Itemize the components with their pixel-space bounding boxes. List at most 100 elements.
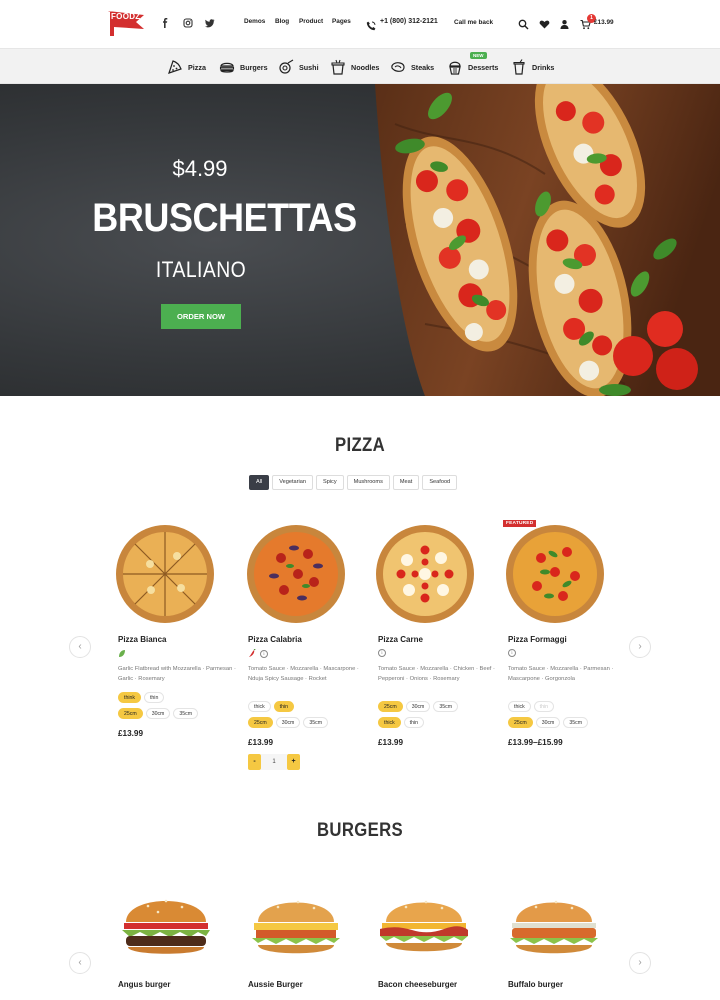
pizza-calabria-image[interactable] xyxy=(246,524,346,624)
pizza-section-title: PIZZA xyxy=(334,435,386,456)
option-chip[interactable]: thick xyxy=(378,717,401,728)
option-chip[interactable]: 25cm xyxy=(248,717,273,728)
filter-spicy[interactable]: Spicy xyxy=(315,475,344,490)
top-header: FOODZ Demos Blog Product Pages +1 (800) … xyxy=(0,0,720,48)
category-desserts[interactable]: Desserts xyxy=(447,58,498,76)
info-icon[interactable]: i xyxy=(378,649,386,657)
quantity-minus-button[interactable]: - xyxy=(248,754,261,770)
quantity-stepper: - 1 + xyxy=(248,754,300,770)
search-icon[interactable] xyxy=(518,17,529,30)
pizza-carne-image[interactable] xyxy=(375,524,475,624)
facebook-icon[interactable] xyxy=(159,18,171,30)
product-name[interactable]: Pizza Bianca xyxy=(118,635,166,644)
crust-options: think thin xyxy=(118,692,165,703)
option-chip[interactable]: 25cm xyxy=(508,717,533,728)
brand-logo[interactable]: FOODZ xyxy=(106,9,146,37)
quantity-plus-button[interactable]: + xyxy=(287,754,300,770)
option-chip[interactable]: think xyxy=(118,692,141,703)
info-icon[interactable]: i xyxy=(508,649,516,657)
twitter-icon[interactable] xyxy=(204,18,216,30)
option-chip[interactable]: 30cm xyxy=(275,717,301,728)
size-options: 25cm 30cm 35cm xyxy=(118,708,199,719)
category-noodles[interactable]: Noodles xyxy=(330,58,379,76)
pizza-next-arrow[interactable]: › xyxy=(629,636,651,658)
option-chip[interactable]: thin xyxy=(143,692,165,703)
product-name[interactable]: Pizza Carne xyxy=(378,635,423,644)
cart-total[interactable]: £13.99 xyxy=(594,19,614,26)
vegetarian-leaf-icon xyxy=(119,650,125,657)
product-tags: i xyxy=(378,649,386,657)
product-name[interactable]: Pizza Formaggi xyxy=(508,635,567,644)
burgers-prev-arrow[interactable]: ‹ xyxy=(69,952,91,974)
nav-product[interactable]: Product xyxy=(299,18,323,25)
phone-number[interactable]: +1 (800) 312-2121 xyxy=(380,18,438,25)
option-chip[interactable]: 35cm xyxy=(563,717,589,728)
category-drinks[interactable]: Drinks xyxy=(511,58,554,76)
spicy-chili-icon xyxy=(249,649,256,657)
crust-options: thick thin xyxy=(508,701,555,712)
product-name[interactable]: Pizza Calabria xyxy=(248,635,302,644)
category-burgers[interactable]: Burgers xyxy=(219,58,268,76)
product-name[interactable]: Bacon cheeseburger xyxy=(378,980,457,989)
product-name[interactable]: Buffalo burger xyxy=(508,980,563,989)
product-name[interactable]: Aussie Burger xyxy=(248,980,303,989)
category-label: Steaks xyxy=(411,62,435,72)
bacon-cheeseburger-image[interactable] xyxy=(376,892,472,962)
call-me-back-link[interactable]: Call me back xyxy=(454,19,493,26)
logo-text: FOODZ xyxy=(111,12,141,21)
nav-pages[interactable]: Pages xyxy=(332,18,351,25)
nav-demos[interactable]: Demos xyxy=(244,18,265,25)
aussie-burger-image[interactable] xyxy=(248,892,344,962)
option-chip[interactable]: 30cm xyxy=(145,708,171,719)
option-chip[interactable]: thin xyxy=(403,717,425,728)
category-steaks[interactable]: Steaks xyxy=(390,58,434,76)
product-price: £13.99 xyxy=(248,738,274,747)
product-description: Garlic Flatbread with Mozzarella · Parme… xyxy=(118,666,236,682)
angus-burger-image[interactable] xyxy=(118,890,214,962)
category-label: Pizza xyxy=(188,62,206,72)
filter-vegetarian[interactable]: Vegetarian xyxy=(272,475,313,490)
category-sushi[interactable]: Sushi xyxy=(278,58,319,76)
filter-seafood[interactable]: Seafood xyxy=(422,475,458,490)
buffalo-burger-image[interactable] xyxy=(506,892,602,962)
account-user-icon[interactable] xyxy=(559,17,570,29)
option-chip[interactable]: 35cm xyxy=(303,717,329,728)
product-description: Tomato Sauce · Mozzarella · Parmesan · M… xyxy=(508,666,614,682)
option-chip[interactable]: 30cm xyxy=(405,701,431,712)
category-label: Noodles xyxy=(351,62,380,72)
option-chip[interactable]: 25cm xyxy=(118,708,143,719)
order-now-button[interactable]: ORDER NOW xyxy=(161,304,241,329)
sushi-icon xyxy=(279,59,294,74)
pizza-formaggi-image[interactable] xyxy=(505,524,605,624)
category-pizza[interactable]: Pizza xyxy=(167,58,206,76)
filter-meat[interactable]: Meat xyxy=(392,475,420,490)
category-label: Desserts xyxy=(468,62,499,72)
option-chip[interactable]: 35cm xyxy=(433,701,459,712)
filter-all[interactable]: All xyxy=(249,475,270,490)
filter-mushrooms[interactable]: Mushrooms xyxy=(346,475,390,490)
burgers-next-arrow[interactable]: › xyxy=(629,952,651,974)
new-badge: NEW xyxy=(470,52,487,59)
option-chip[interactable]: thin xyxy=(533,701,555,712)
instagram-icon[interactable] xyxy=(182,18,194,30)
crust-options: thick thin xyxy=(248,701,295,712)
quantity-input[interactable]: 1 xyxy=(261,754,287,770)
burgers-section-title: BURGERS xyxy=(316,820,404,841)
pizza-bianca-image[interactable] xyxy=(115,524,215,624)
dessert-cupcake-icon xyxy=(449,61,461,75)
drink-cup-icon xyxy=(513,59,525,75)
option-chip[interactable]: thick xyxy=(508,701,531,712)
pizza-slice-icon xyxy=(168,60,182,74)
product-name[interactable]: Angus burger xyxy=(118,980,170,989)
info-icon[interactable]: i xyxy=(260,649,268,658)
option-chip[interactable]: 35cm xyxy=(173,708,199,719)
noodles-box-icon xyxy=(331,59,345,75)
product-tags: i xyxy=(248,649,268,658)
pizza-prev-arrow[interactable]: ‹ xyxy=(69,636,91,658)
option-chip[interactable]: 30cm xyxy=(535,717,561,728)
option-chip[interactable]: thick xyxy=(248,701,271,712)
option-chip[interactable]: 25cm xyxy=(378,701,403,712)
nav-blog[interactable]: Blog xyxy=(275,18,289,25)
wishlist-heart-icon[interactable] xyxy=(539,17,550,29)
option-chip[interactable]: thin xyxy=(273,701,295,712)
